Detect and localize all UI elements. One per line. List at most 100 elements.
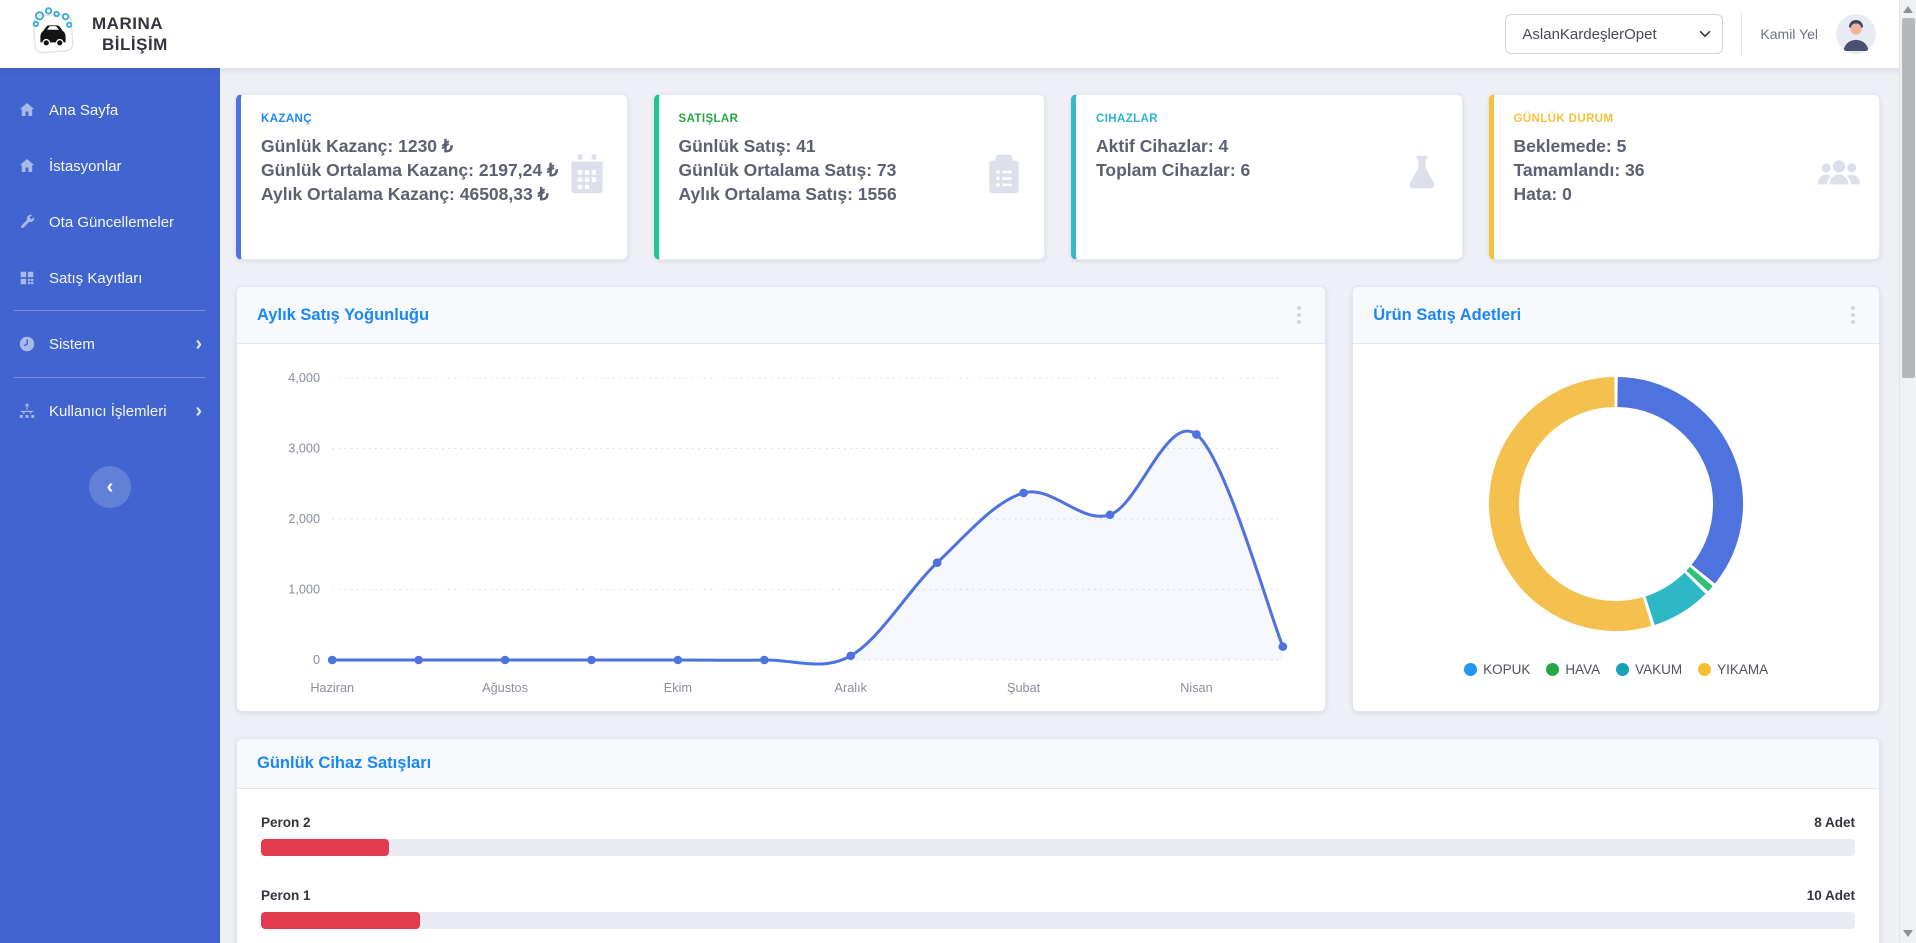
sidebar-item-sistem[interactable]: Sistem ›	[0, 315, 220, 373]
legend-dot-icon	[1698, 663, 1711, 676]
stat-card-line: Toplam Cihazlar: 6	[1096, 158, 1398, 182]
sidebar-item-satis-kayitlari[interactable]: Satış Kayıtları	[0, 250, 220, 306]
stat-card-line: Günlük Satış: 41	[679, 134, 981, 158]
clock-icon	[18, 335, 36, 353]
stat-card-line: Beklemede: 5	[1514, 134, 1816, 158]
stat-card-kazanc: KAZANÇGünlük Kazanç: 1230 ₺Günlük Ortala…	[236, 94, 628, 260]
sidebar-collapse-button[interactable]: ‹	[89, 466, 131, 508]
stat-card-gunluk-durum: GÜNLÜK DURUM Beklemede: 5Tamamlandı: 36Ha…	[1489, 94, 1881, 260]
svg-text:Haziran: Haziran	[310, 681, 354, 695]
scroll-down-arrow-icon[interactable]	[1903, 930, 1913, 937]
users-icon	[1817, 151, 1861, 195]
monthly-sales-title: Aylık Satış Yoğunluğu	[257, 306, 429, 325]
svg-text:Ağustos: Ağustos	[482, 681, 528, 695]
stat-card-line: Aylık Ortalama Kazanç: 46508,33 ₺	[261, 182, 563, 206]
car-wash-logo-icon	[26, 5, 80, 64]
sidebar-item-kullanici-i-slemleri[interactable]: Kullanıcı İşlemleri ›	[0, 382, 220, 440]
sidebar-divider	[14, 310, 206, 311]
stat-card-line: Aylık Ortalama Satış: 1556	[679, 182, 981, 206]
legend-dot-icon	[1546, 663, 1559, 676]
device-label: Peron 1	[261, 888, 311, 903]
stat-card-line: Tamamlandı: 36	[1514, 158, 1816, 182]
progress-fill	[261, 839, 389, 856]
topbar: MARINA BİLİŞİM AslanKardeşlerOpet Kamil …	[0, 0, 1916, 68]
legend-item-hava[interactable]: HAVA	[1546, 662, 1600, 677]
legend-label: HAVA	[1565, 662, 1600, 677]
device-sales-row-peron-1: Peron 1 10 Adet	[261, 888, 1855, 929]
stat-card-label: GÜNLÜK DURUM	[1514, 113, 1816, 125]
sidebar-item-label: Satış Kayıtları	[49, 270, 202, 287]
qrcode-icon	[18, 269, 36, 287]
svg-text:2,000: 2,000	[288, 512, 320, 526]
daily-device-sales-card: Günlük Cihaz Satışları Peron 28 AdetPero…	[236, 738, 1880, 943]
clipboard-icon	[982, 151, 1026, 195]
device-amount: 10 Adet	[1807, 888, 1855, 903]
legend-item-vakum[interactable]: VAKUM	[1616, 662, 1682, 677]
svg-text:Aralık: Aralık	[835, 681, 868, 695]
stat-cards-row: KAZANÇGünlük Kazanç: 1230 ₺Günlük Ortala…	[236, 94, 1880, 260]
stat-card-line: Aktif Cihazlar: 4	[1096, 134, 1398, 158]
daily-device-sales-title: Günlük Cihaz Satışları	[257, 754, 431, 773]
legend-dot-icon	[1464, 663, 1477, 676]
svg-text:Nisan: Nisan	[1180, 681, 1212, 695]
sidebar-item-i-stasyonlar[interactable]: İstasyonlar	[0, 138, 220, 194]
device-amount: 8 Adet	[1814, 815, 1855, 830]
monthly-sales-card: Aylık Satış Yoğunluğu 0 1,000 2,000 3,000 4,…	[236, 286, 1326, 712]
svg-text:0: 0	[313, 653, 320, 667]
donut-legend: KOPUK HAVA VAKUM YIKAMA	[1464, 662, 1768, 677]
sidebar-item-label: Kullanıcı İşlemleri	[49, 403, 182, 420]
flask-icon	[1400, 151, 1444, 195]
sidebar-item-ana-sayfa[interactable]: Ana Sayfa	[0, 82, 220, 138]
device-sales-row-peron-2: Peron 2 8 Adet	[261, 815, 1855, 856]
stat-card-line: Günlük Kazanç: 1230 ₺	[261, 134, 563, 158]
product-sales-card: Ürün Satış Adetleri KOPUK HAVA VAKUM YIKAMA	[1352, 286, 1880, 712]
main-content: KAZANÇGünlük Kazanç: 1230 ₺Günlük Ortala…	[220, 68, 1916, 943]
monthly-sales-line-chart: 0 1,000 2,000 3,000 4,000 Haziran Ağustos Ekim A…	[253, 352, 1309, 704]
legend-label: KOPUK	[1483, 662, 1530, 677]
legend-label: YIKAMA	[1717, 662, 1768, 677]
progress-track	[261, 912, 1855, 929]
svg-text:4,000: 4,000	[288, 371, 320, 385]
product-sales-title: Ürün Satış Adetleri	[1373, 306, 1521, 325]
home-icon	[18, 157, 36, 175]
sidebar-divider	[14, 377, 206, 378]
sidebar-item-label: Sistem	[49, 336, 182, 353]
scrollbar-thumb[interactable]	[1902, 18, 1915, 378]
brand-name: MARINA BİLİŞİM	[92, 13, 168, 56]
calendar-icon	[565, 151, 609, 195]
sidebar-item-label: Ota Güncellemeler	[49, 214, 202, 231]
svg-text:Ekim: Ekim	[664, 681, 692, 695]
legend-item-kopuk[interactable]: KOPUK	[1464, 662, 1530, 677]
svg-text:1,000: 1,000	[288, 583, 320, 597]
stat-card-satislar: SATIŞLAR Günlük Satış: 41Günlük Ortalama …	[654, 94, 1046, 260]
vertical-scrollbar[interactable]	[1899, 0, 1916, 943]
topbar-divider	[1741, 13, 1742, 55]
stat-card-line: Hata: 0	[1514, 182, 1816, 206]
scroll-up-arrow-icon[interactable]	[1903, 6, 1913, 13]
legend-label: VAKUM	[1635, 662, 1682, 677]
svg-text:3,000: 3,000	[288, 442, 320, 456]
chevron-right-icon: ›	[195, 401, 202, 421]
user-avatar[interactable]	[1836, 14, 1876, 54]
company-select[interactable]: AslanKardeşlerOpet	[1505, 14, 1723, 54]
progress-fill	[261, 912, 420, 929]
stat-card-cihazlar: CIHAZLAR Aktif Cihazlar: 4Toplam Cihazlar…	[1071, 94, 1463, 260]
stat-card-line: Günlük Ortalama Satış: 73	[679, 158, 981, 182]
stat-card-label: SATIŞLAR	[679, 113, 981, 125]
stat-card-label: CIHAZLAR	[1096, 113, 1398, 125]
kebab-menu-icon[interactable]	[1293, 302, 1305, 328]
stat-card-line: Günlük Ortalama Kazanç: 2197,24 ₺	[261, 158, 563, 182]
device-label: Peron 2	[261, 815, 311, 830]
chevron-right-icon: ›	[195, 334, 202, 354]
legend-item-yikama[interactable]: YIKAMA	[1698, 662, 1768, 677]
sidebar: Ana Sayfa İstasyonlar Ota Güncellemeler Sat…	[0, 68, 220, 943]
progress-track	[261, 839, 1855, 856]
sidebar-item-ota-guncellemeler[interactable]: Ota Güncellemeler	[0, 194, 220, 250]
sidebar-item-label: Ana Sayfa	[49, 102, 202, 119]
brand: MARINA BİLİŞİM	[26, 5, 168, 64]
svg-text:Şubat: Şubat	[1007, 681, 1041, 695]
legend-dot-icon	[1616, 663, 1629, 676]
kebab-menu-icon[interactable]	[1847, 302, 1859, 328]
wrench-icon	[18, 213, 36, 231]
sidebar-item-label: İstasyonlar	[49, 158, 202, 175]
